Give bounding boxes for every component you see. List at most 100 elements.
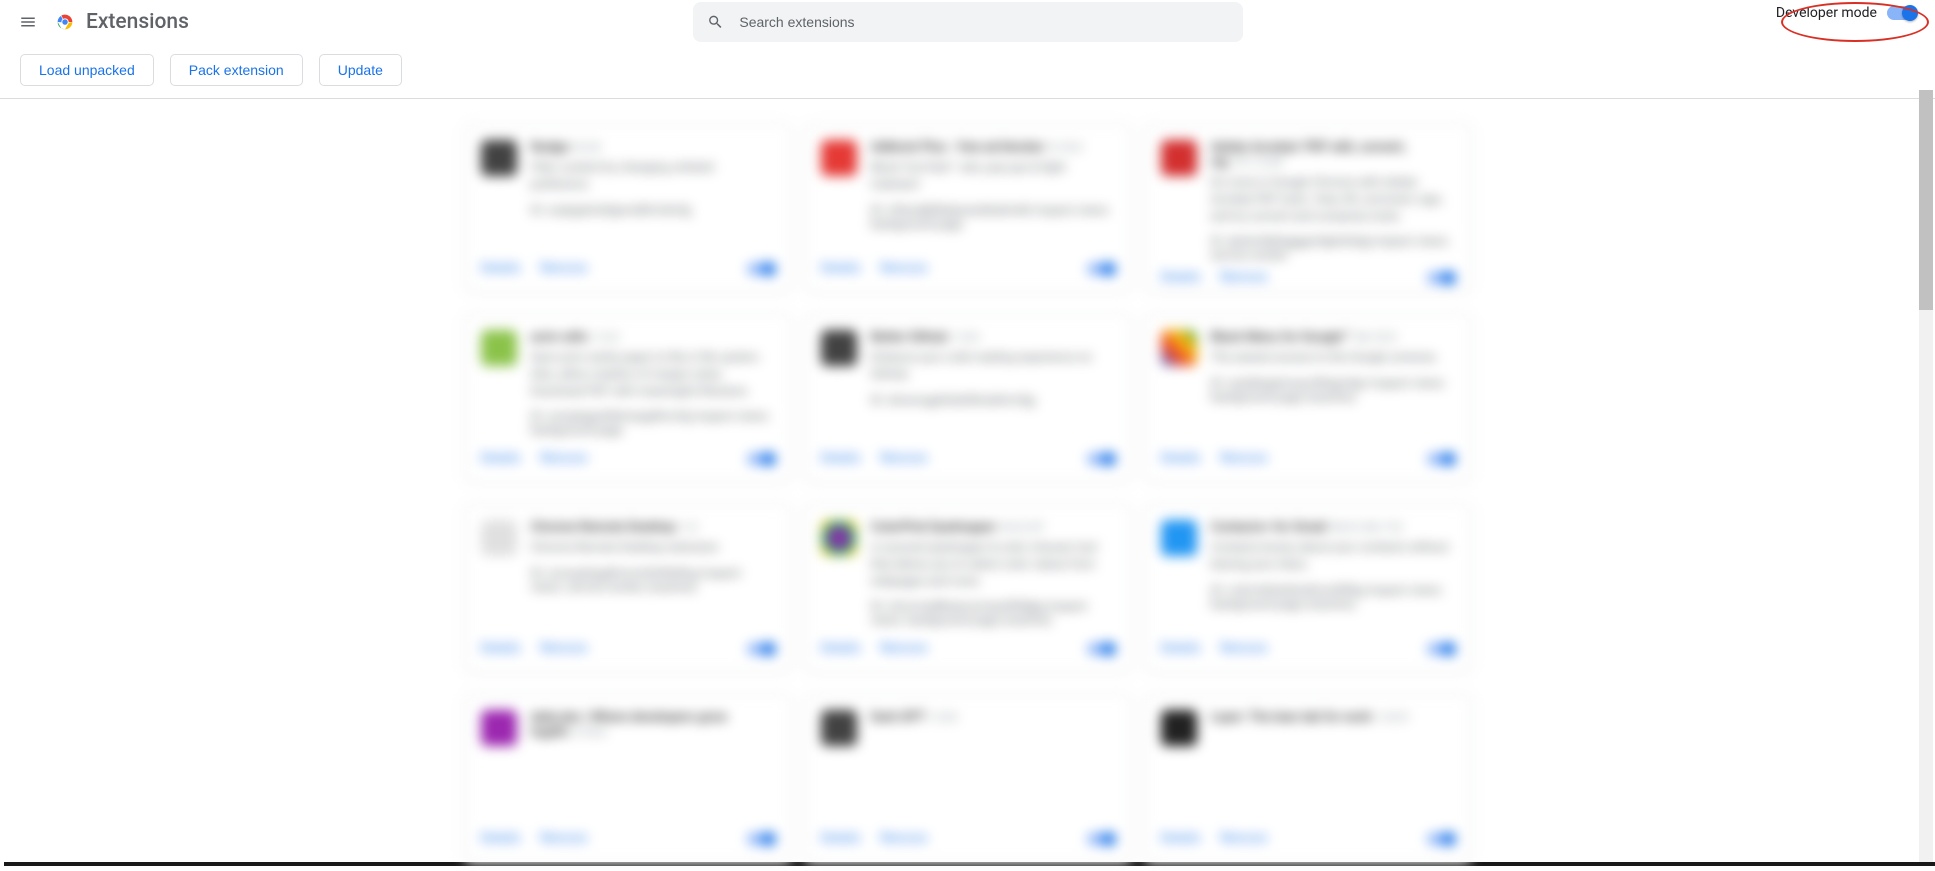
extension-title: Better Github1.5.0 bbox=[871, 330, 1115, 345]
extension-card: Chrome Remote Desktop1.5 Chrome Remote De… bbox=[464, 503, 792, 673]
extensions-page: Extensions Developer mode Load unpacked … bbox=[0, 0, 1935, 862]
extension-description: Do more in Google Chrome with Adobe Acro… bbox=[1211, 174, 1455, 224]
extension-enable-toggle[interactable] bbox=[1427, 643, 1455, 655]
search-input[interactable] bbox=[739, 14, 1228, 30]
search-container[interactable] bbox=[693, 2, 1243, 42]
remove-link[interactable]: Remove bbox=[1220, 451, 1267, 466]
extension-description: Filter content by changing unlisted pref… bbox=[531, 159, 775, 193]
extension-card: Contacts+ for Gmail20.21.02.112Contacts … bbox=[1144, 503, 1472, 673]
extension-card: Nudge0.2.8Filter content by changing unl… bbox=[464, 123, 792, 293]
remove-link[interactable]: Remove bbox=[880, 641, 927, 656]
pack-extension-button[interactable]: Pack extension bbox=[170, 54, 303, 86]
extension-description: Enhance your code reading experience on … bbox=[871, 349, 1115, 383]
extension-enable-toggle[interactable] bbox=[1087, 453, 1115, 465]
extension-grid: Nudge0.2.8Filter content by changing unl… bbox=[464, 123, 1472, 871]
details-link[interactable]: Details bbox=[821, 831, 861, 846]
details-link[interactable]: Details bbox=[821, 451, 861, 466]
extension-card: arxiv-utils1.3.2 Save arxiv-vanity paper … bbox=[464, 313, 792, 483]
update-button[interactable]: Update bbox=[319, 54, 402, 86]
extension-enable-toggle[interactable] bbox=[747, 263, 775, 275]
extension-icon bbox=[1161, 330, 1197, 366]
extension-title: ColorPick Eyedropper0.0.2.37 bbox=[871, 520, 1115, 535]
extension-card: Better Github1.5.0 Enhance your code read… bbox=[804, 313, 1132, 483]
extension-enable-toggle[interactable] bbox=[747, 833, 775, 845]
extension-card: daily.dev | Where developers grow togeth… bbox=[464, 693, 792, 863]
extension-id: ID: nqnfjdrgdnmqvnfbhgmfgn Inspect views… bbox=[1211, 376, 1455, 404]
scrollbar-thumb[interactable] bbox=[1919, 90, 1933, 310]
extension-card: ColorPick Eyedropper0.0.2.37 A zoomed eye… bbox=[804, 503, 1132, 673]
extension-icon bbox=[821, 330, 857, 366]
extension-icon bbox=[1161, 140, 1197, 176]
hamburger-icon bbox=[19, 13, 37, 31]
extension-card: Dark GPT1.0.0DetailsRemove bbox=[804, 693, 1132, 863]
extension-enable-toggle[interactable] bbox=[1427, 453, 1455, 465]
extension-icon bbox=[821, 520, 857, 556]
topbar: Extensions Developer mode bbox=[0, 0, 1935, 44]
load-unpacked-button[interactable]: Load unpacked bbox=[20, 54, 154, 86]
details-link[interactable]: Details bbox=[821, 641, 861, 656]
details-link[interactable]: Details bbox=[1161, 641, 1201, 656]
extension-enable-toggle[interactable] bbox=[1087, 833, 1115, 845]
extension-id: ID: cfheodjbfkelpoewkbebmkb Inspect view… bbox=[871, 203, 1115, 231]
remove-link[interactable]: Remove bbox=[540, 451, 587, 466]
search-icon bbox=[707, 13, 724, 31]
extension-enable-toggle[interactable] bbox=[1087, 643, 1115, 655]
details-link[interactable]: Details bbox=[1161, 451, 1201, 466]
extension-enable-toggle[interactable] bbox=[1427, 272, 1455, 284]
details-link[interactable]: Details bbox=[481, 451, 521, 466]
chrome-logo-icon bbox=[54, 11, 76, 33]
extension-enable-toggle[interactable] bbox=[1427, 833, 1455, 845]
details-link[interactable]: Details bbox=[481, 641, 521, 656]
extension-id: ID: zxmpbqpnthktnwpgfhcmfg Inspect views… bbox=[531, 409, 775, 437]
extension-id: ID: chcmvnjdlkojxcomnpnfblfgkg Inspect v… bbox=[871, 599, 1115, 627]
extension-icon bbox=[821, 140, 857, 176]
extension-icon bbox=[821, 710, 857, 746]
remove-link[interactable]: Remove bbox=[540, 831, 587, 846]
developer-mode-area: Developer mode bbox=[1776, 5, 1917, 21]
details-link[interactable]: Details bbox=[821, 261, 861, 276]
extension-icon bbox=[481, 140, 517, 176]
details-link[interactable]: Details bbox=[1161, 270, 1201, 285]
developer-mode-toggle[interactable] bbox=[1887, 6, 1917, 20]
extension-description: Chrome Remote Desktop extension bbox=[531, 539, 775, 556]
extension-title: daily.dev | Where developers grow togeth… bbox=[531, 710, 775, 740]
extension-card: Black Menu for Google™26.15.5The easiest… bbox=[1144, 313, 1472, 483]
extension-title: arxiv-utils1.3.2 bbox=[531, 330, 775, 345]
scrollbar-track[interactable] bbox=[1919, 90, 1933, 862]
extension-title: Adblock Plus - free ad blocker3.14.2 bbox=[871, 140, 1115, 155]
extension-title: Layer: The lean tab for work1.0.21 bbox=[1211, 710, 1455, 725]
details-link[interactable]: Details bbox=[1161, 831, 1201, 846]
extension-id: ID: oxqhgehuhfgemdbfvnihnfg bbox=[531, 203, 775, 217]
extension-description: A zoomed eyedropper & color chooser tool… bbox=[871, 539, 1115, 589]
remove-link[interactable]: Remove bbox=[540, 261, 587, 276]
remove-link[interactable]: Remove bbox=[880, 261, 927, 276]
details-link[interactable]: Details bbox=[481, 261, 521, 276]
remove-link[interactable]: Remove bbox=[1220, 831, 1267, 846]
action-button-row: Load unpacked Pack extension Update bbox=[0, 44, 1935, 99]
extension-enable-toggle[interactable] bbox=[1087, 263, 1115, 275]
extension-card: Adobe Acrobat: PDF edit, convert, sig15.… bbox=[1144, 123, 1472, 293]
extension-id: ID: xnzsxpfxpglhmmnfnhfbdfog Inspect vie… bbox=[531, 566, 775, 594]
remove-link[interactable]: Remove bbox=[540, 641, 587, 656]
remove-link[interactable]: Remove bbox=[880, 451, 927, 466]
extension-enable-toggle[interactable] bbox=[747, 643, 775, 655]
extension-id: ID: xknwrogpthdxbfbnebhrmfjg bbox=[871, 393, 1115, 407]
remove-link[interactable]: Remove bbox=[1220, 641, 1267, 656]
extension-icon bbox=[1161, 710, 1197, 746]
extension-title: Adobe Acrobat: PDF edit, convert, sig15.… bbox=[1211, 140, 1455, 170]
details-link[interactable]: Details bbox=[481, 831, 521, 846]
main-menu-button[interactable] bbox=[16, 10, 40, 34]
remove-link[interactable]: Remove bbox=[1220, 270, 1267, 285]
extension-title: Chrome Remote Desktop1.5 bbox=[531, 520, 775, 535]
extension-description: Save arxiv-vanity paper to file in file … bbox=[531, 349, 775, 399]
extension-id: ID: abohchkkhgjggmfgkshlnjlg Inspect vie… bbox=[1211, 234, 1455, 262]
extension-card: Adblock Plus - free ad blocker3.14.2 Bloc… bbox=[804, 123, 1132, 293]
extension-id: ID: rcdcrsthdcldnclhnxnfbfbg Inspect vie… bbox=[1211, 583, 1455, 611]
content-area: Nudge0.2.8Filter content by changing unl… bbox=[0, 99, 1935, 871]
extension-card: Layer: The lean tab for work1.0.21 Detail… bbox=[1144, 693, 1472, 863]
extension-title: Black Menu for Google™26.15.5 bbox=[1211, 330, 1455, 345]
extension-description: Block YouTube™ ads, pop-ups & fight malw… bbox=[871, 159, 1115, 193]
page-title: Extensions bbox=[86, 10, 189, 34]
remove-link[interactable]: Remove bbox=[880, 831, 927, 846]
extension-enable-toggle[interactable] bbox=[747, 453, 775, 465]
